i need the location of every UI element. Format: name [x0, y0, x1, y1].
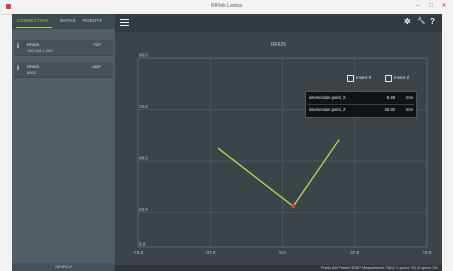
connection-name: RF625	[27, 64, 40, 69]
connection-item[interactable]: i RF625 6003 UDP	[14, 62, 113, 78]
y-tick-label: 24.0	[139, 207, 148, 212]
x-tick-label: 74.0	[423, 250, 432, 255]
info-icon: i	[17, 43, 19, 50]
y-tick-label: 48.0	[139, 156, 148, 161]
info-icon: i	[17, 65, 19, 72]
intersection-z-row: intersection point, Z 26.92 mm	[309, 104, 413, 114]
y-tick-label: 72.0	[139, 104, 148, 109]
tab-robots[interactable]: ROBOTS	[83, 18, 102, 23]
window-title: RIFtek Lanica	[211, 3, 242, 9]
tab-maths[interactable]: MATHS	[60, 18, 76, 23]
title-bar: RIFtek Lanica – □ ✕	[0, 0, 453, 15]
close-button[interactable]: ✕	[438, 1, 450, 12]
intersection-x-label: intersection point, X	[309, 95, 346, 100]
connection-protocol: TCP	[93, 42, 101, 47]
x-tick-label: 0.0	[279, 250, 286, 255]
status-text: Points 645 Packet 32987 Measurement 7361…	[321, 265, 438, 270]
tab-connection[interactable]: CONNECTION	[17, 18, 48, 23]
search-button[interactable]: SEARCH	[12, 263, 115, 271]
series-line	[217, 147, 294, 207]
connection-address: 6003	[27, 70, 36, 75]
connection-name: RF625	[27, 42, 40, 47]
sidebar: CONNECTION MATHS ROBOTS i RF625 192.168.…	[12, 14, 115, 271]
series-line	[292, 139, 340, 207]
intersection-point	[291, 204, 296, 209]
main-panel: ✲ 🔧 ? RF625 96.0 72.0 48.0 24.0 8.0 -74.0 -37.…	[115, 14, 442, 271]
intersection-z-unit: mm	[406, 107, 413, 112]
status-bar: Points 645 Packet 32987 Measurement 7361…	[115, 265, 442, 271]
connection-item[interactable]: i RF625 192.168.1.100 TCP	[14, 40, 113, 56]
intersection-x-unit: mm	[406, 95, 413, 100]
intersection-info-box: intersection point, X 5.48 mm intersecti…	[305, 91, 417, 118]
invert-x-checkbox[interactable]	[347, 75, 354, 82]
profile-plot[interactable]: 96.0 72.0 48.0 24.0 8.0 -74.0 -37.0 0.0 37.0 74.0	[115, 14, 442, 271]
x-tick-label: -74.0	[133, 250, 144, 255]
minimize-button[interactable]: –	[412, 1, 424, 12]
y-tick-label: 8.0	[139, 242, 146, 247]
x-tick-label: -37.0	[205, 250, 216, 255]
maximize-button[interactable]: □	[425, 1, 437, 12]
intersection-z-value: 26.92	[384, 107, 395, 112]
active-tab-indicator	[16, 27, 52, 28]
intersection-x-row: intersection point, X 5.48 mm	[309, 92, 413, 102]
connection-protocol: UDP	[92, 64, 101, 69]
y-tick-label: 96.0	[139, 53, 148, 58]
connection-address: 192.168.1.100	[27, 48, 53, 53]
x-tick-label: 37.0	[350, 250, 359, 255]
invert-x-label: Invert X	[356, 75, 372, 80]
invert-z-label: Invert Z	[394, 75, 410, 80]
window-edge	[442, 14, 453, 271]
intersection-x-value: 5.48	[386, 95, 395, 100]
intersection-z-label: intersection point, Z	[309, 107, 346, 112]
invert-z-checkbox[interactable]	[385, 75, 392, 82]
sidebar-tabs: CONNECTION MATHS ROBOTS	[12, 14, 115, 29]
